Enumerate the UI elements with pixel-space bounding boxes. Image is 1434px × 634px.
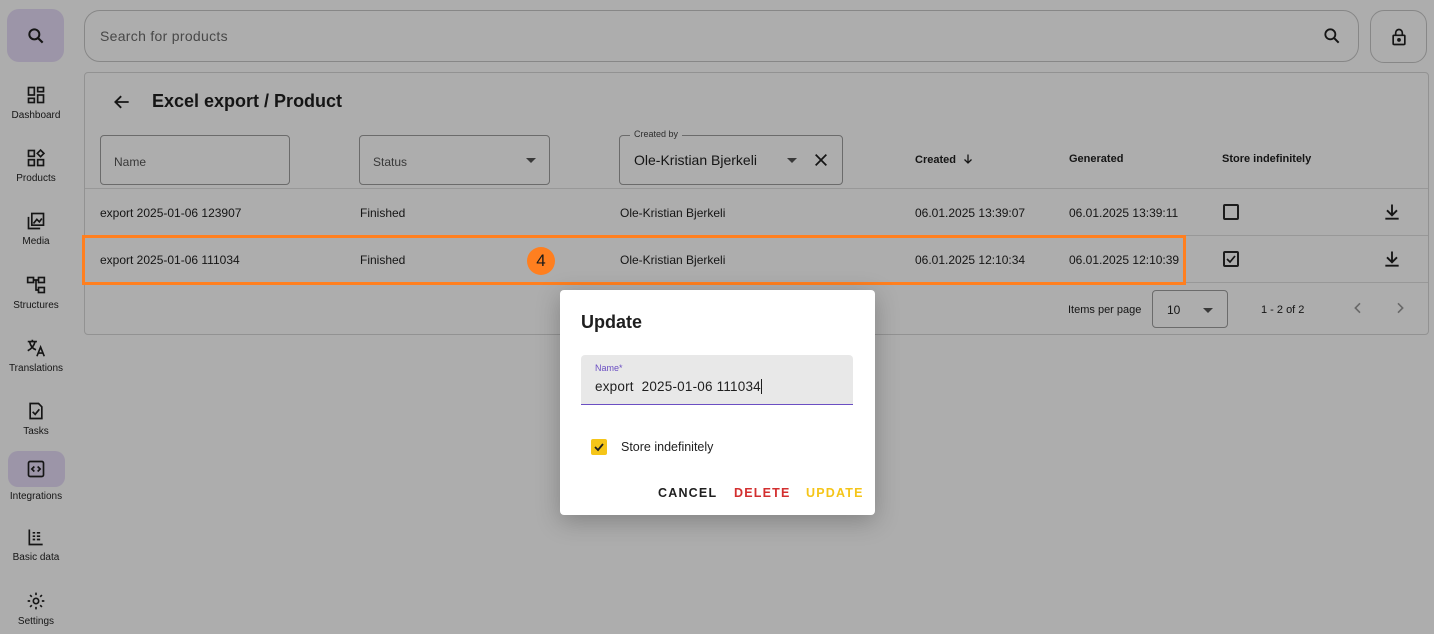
text-cursor bbox=[760, 379, 762, 394]
annotation-badge: 4 bbox=[527, 247, 555, 275]
dialog-name-label: Name* bbox=[595, 363, 623, 373]
dialog-title: Update bbox=[581, 312, 643, 332]
annotation-highlight bbox=[82, 235, 1186, 285]
dialog-name-value: export 2025-01-06 111034 bbox=[595, 379, 761, 394]
update-button[interactable]: UPDATE bbox=[806, 486, 864, 500]
store-indefinitely-label: Store indefinitely bbox=[621, 440, 714, 454]
dialog-name-input[interactable]: Name* export 2025-01-06 111034 bbox=[581, 355, 853, 405]
update-dialog: Update Name* export 2025-01-06 111034 St… bbox=[560, 290, 875, 515]
delete-button[interactable]: DELETE bbox=[734, 486, 791, 500]
store-indefinitely-checkbox[interactable] bbox=[591, 439, 607, 455]
check-icon bbox=[594, 443, 604, 452]
cancel-button[interactable]: CANCEL bbox=[658, 486, 717, 500]
